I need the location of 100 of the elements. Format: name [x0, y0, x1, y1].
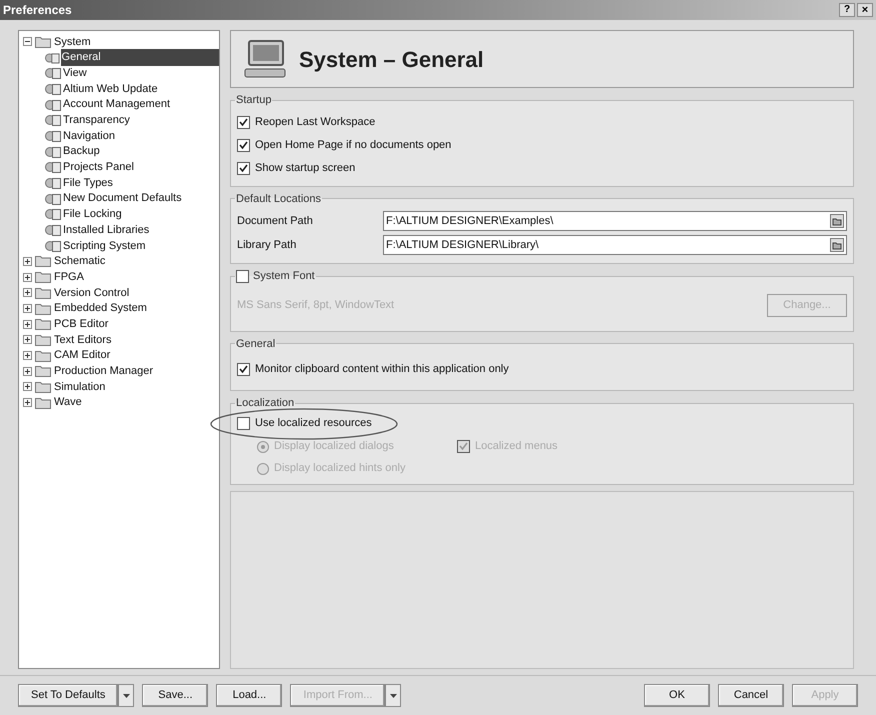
dialog-button[interactable]: Load...: [216, 684, 282, 707]
tree-item[interactable]: File Types: [62, 174, 114, 192]
help-button[interactable]: ?: [839, 3, 855, 17]
settings-page-icon: [45, 82, 61, 96]
tree-item[interactable]: Transparency: [62, 112, 131, 129]
dialog-button[interactable]: Cancel: [718, 684, 784, 707]
dropdown-button[interactable]: [385, 684, 402, 707]
font-description: MS Sans Serif, 8pt, WindowText: [237, 298, 394, 314]
group-title: Localization: [236, 396, 294, 411]
collapse-icon[interactable]: [23, 37, 32, 46]
caret-icon: [390, 694, 397, 698]
tree-item[interactable]: View: [62, 64, 88, 82]
tree-item[interactable]: System: [54, 34, 91, 50]
folder-icon: [35, 380, 51, 393]
folder-icon: [35, 302, 51, 315]
option-label: Use localized resources: [255, 416, 372, 432]
settings-page-icon: [45, 66, 61, 80]
expand-icon[interactable]: [23, 398, 32, 408]
tree-item[interactable]: Projects Panel: [62, 159, 135, 176]
option-label: Open Home Page if no documents open: [255, 138, 452, 153]
tree-item[interactable]: Navigation: [62, 128, 116, 144]
folder-icon: [35, 350, 51, 362]
dropdown-button[interactable]: [118, 684, 134, 707]
checkbox[interactable]: [457, 440, 470, 453]
folder-icon: [35, 396, 51, 409]
settings-page-icon: [45, 192, 61, 206]
dialog-button[interactable]: OK: [644, 684, 710, 707]
checkbox[interactable]: [236, 270, 249, 283]
dialog-button[interactable]: Set To Defaults: [18, 684, 118, 707]
tree-item[interactable]: Altium Web Update: [62, 80, 159, 98]
tree-item[interactable]: General: [60, 49, 219, 66]
computer-icon: [243, 39, 287, 79]
settings-page-icon: [45, 144, 61, 159]
tree-item[interactable]: Embedded System: [54, 300, 147, 317]
tree-item[interactable]: CAM Editor: [54, 347, 110, 364]
dialog-button[interactable]: Save...: [142, 684, 208, 707]
folder-browse-icon[interactable]: [830, 238, 844, 252]
option-label: Show startup screen: [255, 160, 356, 176]
tree-item[interactable]: PCB Editor: [54, 316, 108, 332]
page-title: System – General: [299, 46, 484, 74]
folder-icon: [35, 286, 51, 299]
close-button[interactable]: ×: [857, 3, 873, 17]
settings-page-icon: [45, 238, 61, 253]
option-label: Display localized dialogs: [274, 439, 394, 454]
checkbox[interactable]: [237, 362, 250, 376]
expand-icon[interactable]: [23, 272, 32, 282]
path-field[interactable]: F:\ALTIUM DESIGNER\Library\: [383, 235, 847, 255]
group-title: General: [236, 336, 276, 352]
tree-item[interactable]: Simulation: [54, 378, 106, 396]
expand-icon[interactable]: [23, 366, 32, 376]
settings-page-icon: [45, 207, 61, 222]
caret-icon: [122, 694, 130, 698]
radio-button[interactable]: [257, 440, 269, 452]
tree-item[interactable]: Schematic: [54, 253, 106, 270]
checkbox[interactable]: [237, 116, 250, 128]
tree-item[interactable]: Account Management: [62, 96, 172, 113]
expand-icon[interactable]: [23, 304, 32, 314]
group-title: Startup: [236, 93, 272, 108]
settings-page-icon: [45, 98, 61, 112]
tree-item[interactable]: Scripting System: [62, 238, 147, 254]
checkbox[interactable]: [237, 162, 250, 174]
folder-browse-icon[interactable]: [830, 214, 844, 228]
checkbox[interactable]: [237, 417, 250, 430]
expand-icon[interactable]: [23, 320, 32, 329]
tree-item[interactable]: Wave: [54, 394, 82, 411]
tree-item[interactable]: FPGA: [54, 268, 84, 286]
field-label: Library Path: [237, 238, 298, 253]
settings-page-icon: [45, 176, 61, 190]
expand-icon[interactable]: [23, 288, 32, 298]
window-title: Preferences: [3, 2, 72, 19]
settings-page-icon: [45, 113, 61, 128]
tree-item[interactable]: Installed Libraries: [62, 222, 150, 238]
option-label: Localized menus: [475, 439, 558, 454]
checkmark-icon: [239, 118, 248, 126]
expand-icon[interactable]: [23, 256, 32, 266]
checkmark-icon: [239, 164, 248, 172]
checkmark-icon: [239, 140, 248, 150]
tree-item[interactable]: Text Editors: [54, 332, 112, 348]
field-label: Document Path: [237, 214, 314, 229]
checkmark-icon: [459, 442, 468, 451]
expand-icon[interactable]: [23, 335, 32, 344]
path-field[interactable]: F:\ALTIUM DESIGNER\Examples\: [383, 211, 847, 231]
option-label: Display localized hints only: [274, 461, 406, 476]
settings-page-icon: [45, 50, 60, 65]
tree-item[interactable]: New Document Defaults: [62, 190, 183, 207]
settings-page-icon: [45, 160, 61, 174]
settings-page-icon: [45, 223, 61, 238]
checkbox[interactable]: [237, 138, 250, 152]
folder-icon: [35, 36, 51, 48]
option-label: Monitor clipboard content within this application only: [255, 362, 509, 377]
expand-icon[interactable]: [23, 351, 32, 360]
tree-item[interactable]: File Locking: [62, 206, 123, 223]
tree-item[interactable]: Version Control: [54, 284, 130, 302]
tree-item[interactable]: Production Manager: [54, 363, 154, 380]
folder-icon: [35, 365, 51, 378]
tree-item[interactable]: Backup: [62, 143, 101, 160]
expand-icon[interactable]: [23, 382, 32, 392]
folder-icon: [35, 271, 51, 284]
radio-button[interactable]: [257, 462, 269, 474]
option-label: Reopen Last Workspace: [255, 114, 376, 130]
